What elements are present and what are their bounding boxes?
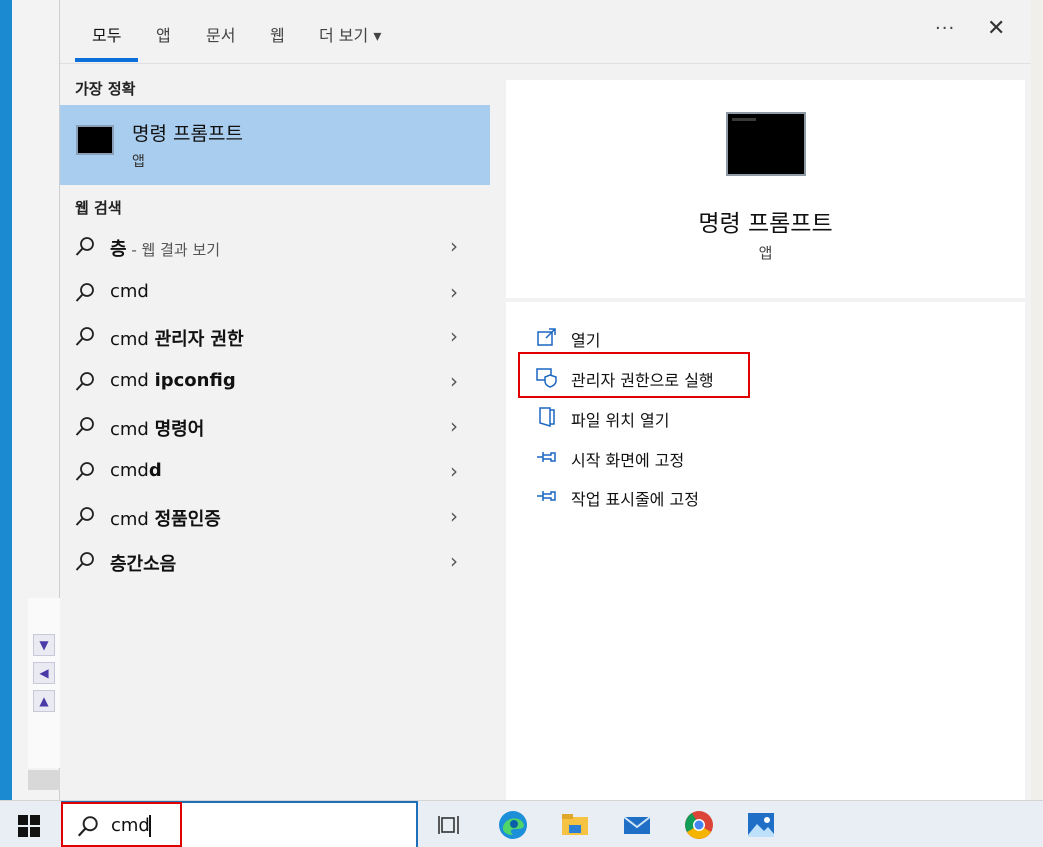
- active-tab-indicator: [75, 58, 138, 62]
- web-result-item[interactable]: cmd 관리자 권한 ›: [60, 316, 490, 360]
- tab-all[interactable]: 모두: [92, 22, 121, 46]
- photos-icon[interactable]: [745, 809, 777, 841]
- open-label: 열기: [571, 331, 601, 350]
- command-prompt-large-icon: [726, 112, 806, 176]
- web-result-item[interactable]: cmd 정품인증 ›: [60, 496, 490, 540]
- search-tabs: 모두 앱 문서 웹 더 보기 ▾ ··· ✕: [60, 0, 1031, 64]
- background-window-right: [1031, 0, 1043, 800]
- web-result-label: cmdd: [110, 460, 162, 481]
- search-input-highlight: [61, 802, 182, 847]
- close-button[interactable]: ✕: [987, 16, 1005, 41]
- left-arrow-tool-icon: ◀: [33, 662, 55, 684]
- chevron-right-icon: ›: [450, 369, 458, 393]
- folder-location-icon: [539, 407, 555, 428]
- search-icon: [75, 552, 94, 571]
- tab-web[interactable]: 웹: [270, 22, 285, 46]
- task-view-icon[interactable]: [436, 809, 468, 841]
- best-match-type: 앱: [132, 154, 145, 170]
- search-icon: [75, 283, 94, 302]
- tab-apps[interactable]: 앱: [156, 22, 171, 46]
- tab-more[interactable]: 더 보기 ▾: [319, 22, 381, 46]
- pin-icon: [537, 452, 556, 462]
- chevron-right-icon: ›: [450, 504, 458, 528]
- background-window-edge: [0, 0, 12, 800]
- search-panel: 모두 앱 문서 웹 더 보기 ▾ ··· ✕ 가장 정확 명령 프롬프트 앱 웹…: [60, 0, 1031, 800]
- chevron-right-icon: ›: [450, 549, 458, 573]
- web-result-label: cmd 정품인증: [110, 509, 221, 530]
- app-title: 명령 프롬프트: [698, 211, 833, 237]
- chevron-right-icon: ›: [450, 234, 458, 258]
- search-icon: [75, 462, 94, 481]
- search-icon: [75, 507, 94, 526]
- divider: [506, 298, 1025, 302]
- web-search-label: 웹 검색: [75, 199, 122, 217]
- best-match-label: 가장 정확: [75, 80, 136, 98]
- open-icon: [537, 328, 556, 346]
- best-match-title: 명령 프롬프트: [132, 123, 243, 145]
- web-result-label: 층간소음: [110, 554, 177, 575]
- web-result-label: 층 - 웹 결과 보기: [110, 239, 221, 260]
- background-scrollbar: [28, 770, 60, 790]
- select-tool-icon: ▼: [33, 634, 55, 656]
- web-result-label: cmd 명령어: [110, 419, 205, 440]
- web-result-label: cmd: [110, 281, 149, 302]
- chevron-right-icon: ›: [450, 459, 458, 483]
- background-toolbar: ▼ ◀ ▲: [28, 598, 60, 768]
- chevron-right-icon: ›: [450, 324, 458, 348]
- web-result-item[interactable]: cmd ipconfig ›: [60, 361, 490, 405]
- tab-documents[interactable]: 문서: [206, 22, 235, 46]
- run-as-admin-highlight: [518, 352, 750, 398]
- search-icon: [75, 372, 94, 391]
- pin-to-taskbar-label: 작업 표시줄에 고정: [571, 490, 699, 509]
- windows-start-icon[interactable]: [18, 815, 40, 837]
- edge-browser-icon[interactable]: [497, 809, 529, 841]
- file-explorer-icon[interactable]: [559, 809, 591, 841]
- chevron-right-icon: ›: [450, 414, 458, 438]
- web-result-label: cmd 관리자 권한: [110, 329, 244, 350]
- open-file-location-label: 파일 위치 열기: [571, 411, 670, 430]
- web-result-item[interactable]: 층간소음 ›: [60, 541, 490, 585]
- pin-icon: [537, 491, 556, 501]
- search-icon: [75, 327, 94, 346]
- chrome-icon[interactable]: [683, 809, 715, 841]
- pin-to-start-label: 시작 화면에 고정: [571, 451, 685, 470]
- app-type: 앱: [758, 244, 773, 262]
- web-result-label: cmd ipconfig: [110, 370, 236, 391]
- results-list: 가장 정확 명령 프롬프트 앱 웹 검색 층 - 웹 결과 보기 › cmd ›…: [60, 64, 490, 800]
- web-result-item[interactable]: cmd ›: [60, 272, 490, 316]
- mail-icon[interactable]: [621, 809, 653, 841]
- search-icon: [75, 237, 94, 256]
- pointer-tool-icon: ▲: [33, 690, 55, 712]
- more-options-button[interactable]: ···: [935, 18, 955, 39]
- app-detail-pane: 명령 프롬프트 앱 열기 관리자 권한으로 실행 파일 위치 열기 시작 화면에…: [506, 80, 1025, 800]
- web-result-item[interactable]: cmdd ›: [60, 451, 490, 495]
- search-icon: [75, 417, 94, 436]
- chevron-right-icon: ›: [450, 280, 458, 304]
- best-match-item[interactable]: 명령 프롬프트 앱: [60, 105, 490, 185]
- web-result-item[interactable]: 층 - 웹 결과 보기 ›: [60, 226, 490, 270]
- web-result-item[interactable]: cmd 명령어 ›: [60, 406, 490, 450]
- command-prompt-icon: [76, 125, 114, 155]
